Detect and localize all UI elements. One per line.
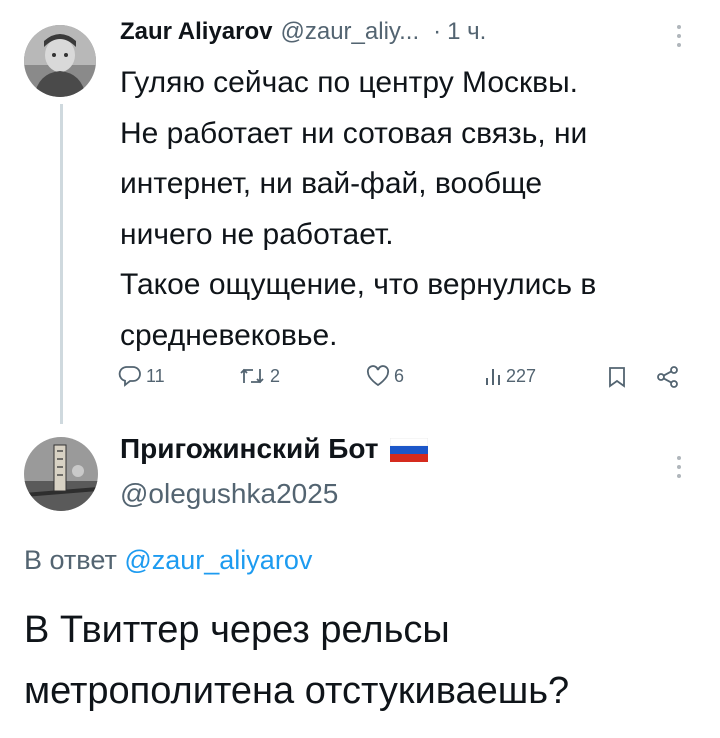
separator-dot: · xyxy=(433,18,442,45)
reply-author-handle[interactable]: @olegushka2025 xyxy=(120,478,338,510)
retweet-icon xyxy=(240,368,264,384)
more-icon[interactable] xyxy=(676,455,682,483)
tweet-text: Гуляю сейчас по центру Москвы. Не работа… xyxy=(120,58,700,361)
views-icon xyxy=(486,369,500,385)
avatar-prigozhinsky-bot[interactable] xyxy=(24,437,98,511)
reply-button[interactable]: 11 xyxy=(118,365,165,387)
more-icon[interactable] xyxy=(676,24,682,52)
like-icon xyxy=(366,365,390,387)
reply-to-prefix: В ответ xyxy=(24,545,117,575)
retweet-count: 2 xyxy=(270,365,281,386)
share-icon[interactable] xyxy=(656,366,680,393)
author-handle[interactable]: @zaur_aliy... xyxy=(281,18,420,46)
tweet-header: Zaur Aliyarov @zaur_aliy... · 1 ч. xyxy=(120,18,640,52)
reply-count: 11 xyxy=(146,365,165,386)
tweet-text-line: средневековье. xyxy=(120,318,338,352)
tweet-text-line: интернет, ни вай-фай, вообще xyxy=(120,167,543,200)
bookmark-icon[interactable] xyxy=(608,366,626,393)
tweet-text-line: ничего не работает. xyxy=(120,217,394,251)
tweet-text-line: Не работает ни сотовая связь, ни xyxy=(120,116,588,150)
reply-icon xyxy=(118,366,141,387)
avatar-zaur[interactable] xyxy=(24,25,96,97)
author-name[interactable]: Zaur Aliyarov xyxy=(120,18,273,46)
reply-text-line: В Твиттер через рельсы xyxy=(24,609,450,651)
retweet-button[interactable]: 2 xyxy=(238,365,280,387)
reply-to-handle[interactable]: @zaur_aliyarov xyxy=(124,545,312,575)
tweet-text-line: Гуляю сейчас по центру Москвы. xyxy=(120,66,579,99)
reply-text: В Твиттер через рельсы метрополитена отс… xyxy=(24,600,714,722)
like-count: 6 xyxy=(394,365,405,386)
reply-to-line: В ответ @zaur_aliyarov xyxy=(24,545,312,576)
tweet-time[interactable]: 1 ч. xyxy=(447,18,486,46)
views-count: 227 xyxy=(506,365,537,386)
reply-author-name[interactable]: Пригожинский Бот xyxy=(120,433,378,465)
flag-icon xyxy=(390,437,429,462)
tweet-text-line: Такое ощущение, что вернулись в xyxy=(120,268,597,301)
reply-header: Пригожинский Бот xyxy=(120,433,640,465)
like-button[interactable]: 6 xyxy=(366,365,404,387)
thread-line xyxy=(60,104,63,424)
reply-text-line: метрополитена отстукиваешь? xyxy=(24,670,570,712)
views-button[interactable]: 227 xyxy=(484,365,536,387)
